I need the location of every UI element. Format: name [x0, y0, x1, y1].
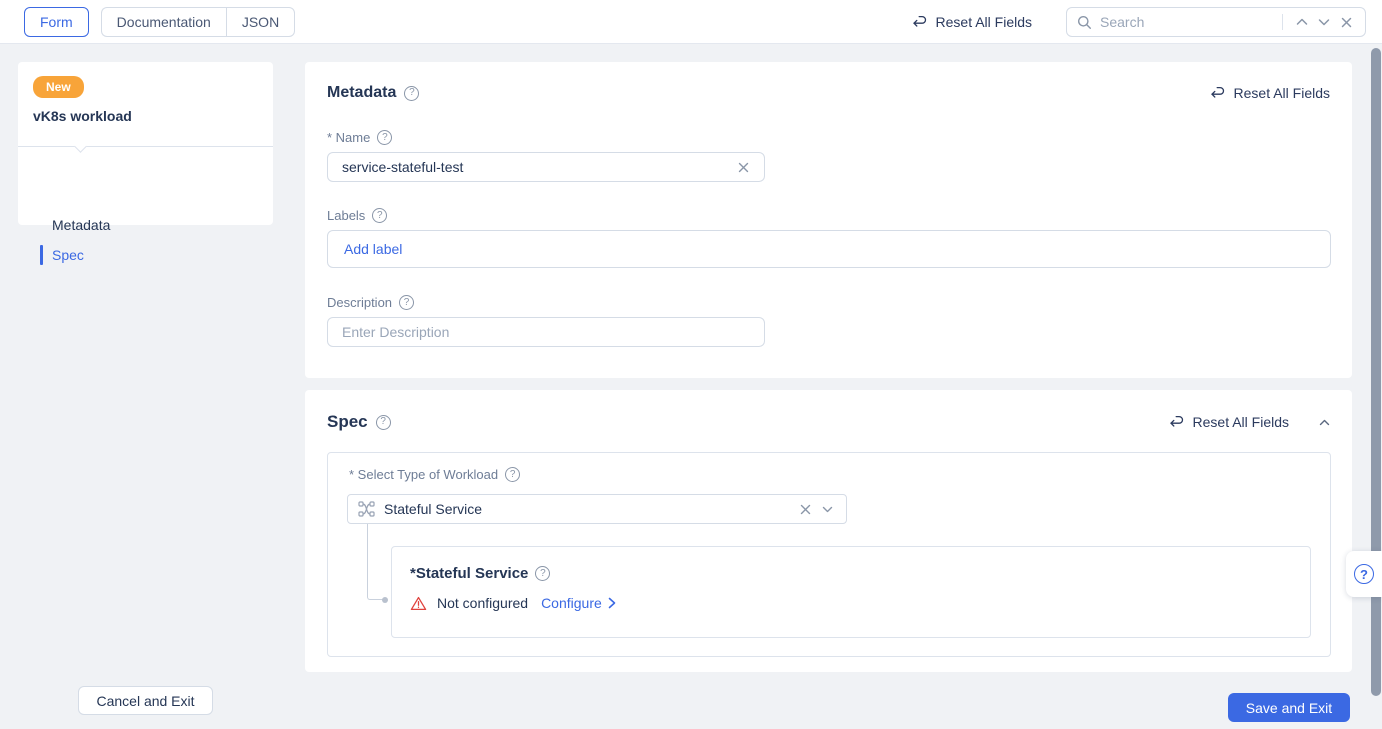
spec-reset-all-fields-button[interactable]: Reset All Fields: [1168, 414, 1289, 430]
search-icon: [1077, 15, 1092, 30]
save-and-exit-button[interactable]: Save and Exit: [1228, 693, 1350, 722]
workload-type-label-row: * Select Type of Workload ?: [349, 467, 520, 482]
labels-box: Add label: [327, 230, 1331, 268]
help-question-icon[interactable]: ?: [376, 415, 391, 430]
workload-title: vK8s workload: [33, 108, 132, 124]
topbar-right-controls: Reset All Fields: [911, 7, 1366, 37]
reset-all-fields-label: Reset All Fields: [936, 14, 1032, 30]
cancel-and-exit-button[interactable]: Cancel and Exit: [78, 686, 213, 715]
spec-section-title: Spec: [327, 412, 368, 432]
stateful-service-title: *Stateful Service: [410, 565, 528, 582]
dropdown-chevron-down-icon[interactable]: [816, 498, 838, 520]
reset-all-fields-label: Reset All Fields: [1193, 414, 1289, 430]
workload-topology-icon: [358, 501, 375, 517]
spec-collapse-chevron-up-icon[interactable]: [1319, 419, 1330, 426]
sidebar-item-metadata[interactable]: Metadata: [18, 213, 273, 237]
sidebar-item-label: Metadata: [52, 217, 110, 233]
labels-field-label: Labels: [327, 208, 365, 223]
metadata-section-card: Metadata ? Reset All Fields * Name ?: [305, 62, 1352, 378]
top-bar: Form Documentation JSON Reset All Fields: [0, 0, 1382, 44]
stateful-service-config-card: *Stateful Service ? Not configured Confi…: [391, 546, 1311, 638]
metadata-reset-all-fields-button[interactable]: Reset All Fields: [1209, 85, 1330, 101]
help-question-icon[interactable]: ?: [377, 130, 392, 145]
help-question-icon[interactable]: ?: [505, 467, 520, 482]
name-input[interactable]: [342, 159, 732, 175]
help-button[interactable]: ?: [1346, 551, 1382, 597]
not-configured-status: Not configured: [437, 595, 528, 611]
workload-nav-sidebar: New vK8s workload Metadata Spec: [18, 62, 273, 225]
description-input-wrapper: [327, 317, 765, 347]
chevron-right-icon: [608, 597, 616, 609]
cancel-button-label: Cancel and Exit: [96, 693, 194, 709]
active-indicator-bar: [40, 245, 43, 265]
configure-link[interactable]: Configure: [541, 595, 616, 611]
warning-triangle-icon: [410, 596, 427, 611]
view-tab-group: Form Documentation JSON: [24, 7, 295, 37]
add-label-link[interactable]: Add label: [344, 241, 402, 257]
tree-connector-line: [367, 524, 385, 600]
undo-icon: [1209, 86, 1226, 101]
tab-documentation[interactable]: Documentation: [101, 7, 226, 37]
reset-all-fields-top-button[interactable]: Reset All Fields: [911, 14, 1032, 30]
search-box: [1066, 7, 1366, 37]
sidebar-item-label: Spec: [52, 247, 84, 263]
help-question-icon[interactable]: ?: [399, 295, 414, 310]
new-status-badge: New: [33, 76, 84, 98]
search-close-icon[interactable]: [1335, 11, 1357, 33]
metadata-section-title: Metadata: [327, 84, 396, 102]
scrollbar-thumb[interactable]: [1371, 48, 1381, 696]
name-input-wrapper: [327, 152, 765, 182]
divider-notch-icon: [74, 140, 87, 153]
search-input[interactable]: [1100, 14, 1274, 30]
help-question-icon[interactable]: ?: [372, 208, 387, 223]
clear-name-icon[interactable]: [732, 156, 754, 178]
undo-icon: [911, 15, 928, 30]
help-question-icon[interactable]: ?: [535, 566, 550, 581]
search-prev-chevron-up-icon[interactable]: [1291, 11, 1313, 33]
clear-selection-icon[interactable]: [794, 498, 816, 520]
search-divider: [1282, 14, 1283, 30]
vk8s-workload-form-page: Form Documentation JSON Reset All Fields: [0, 0, 1382, 729]
name-field-label-row: * Name ?: [327, 130, 392, 145]
tab-json[interactable]: JSON: [226, 7, 295, 37]
save-button-label: Save and Exit: [1246, 700, 1332, 716]
name-field-label: * Name: [327, 130, 370, 145]
description-field-label: Description: [327, 295, 392, 310]
spec-content-group: * Select Type of Workload ? Stateful Ser…: [327, 452, 1331, 657]
undo-icon: [1168, 415, 1185, 430]
workload-type-select[interactable]: Stateful Service: [347, 494, 847, 524]
tab-form[interactable]: Form: [24, 7, 89, 37]
reset-all-fields-label: Reset All Fields: [1234, 85, 1330, 101]
labels-field-label-row: Labels ?: [327, 208, 387, 223]
not-configured-row: Not configured Configure: [410, 595, 616, 611]
help-question-icon: ?: [1354, 564, 1374, 584]
workload-type-label: * Select Type of Workload: [349, 467, 498, 482]
description-field-label-row: Description ?: [327, 295, 414, 310]
sidebar-divider: [18, 146, 273, 147]
sidebar-item-spec[interactable]: Spec: [18, 243, 273, 267]
search-next-chevron-down-icon[interactable]: [1313, 11, 1335, 33]
configure-label: Configure: [541, 595, 602, 611]
tree-connector-dot: [382, 597, 388, 603]
help-question-icon[interactable]: ?: [404, 86, 419, 101]
description-input[interactable]: [342, 324, 754, 340]
workload-type-value: Stateful Service: [384, 501, 794, 517]
spec-section-card: Spec ? Reset All Fields *: [305, 390, 1352, 672]
